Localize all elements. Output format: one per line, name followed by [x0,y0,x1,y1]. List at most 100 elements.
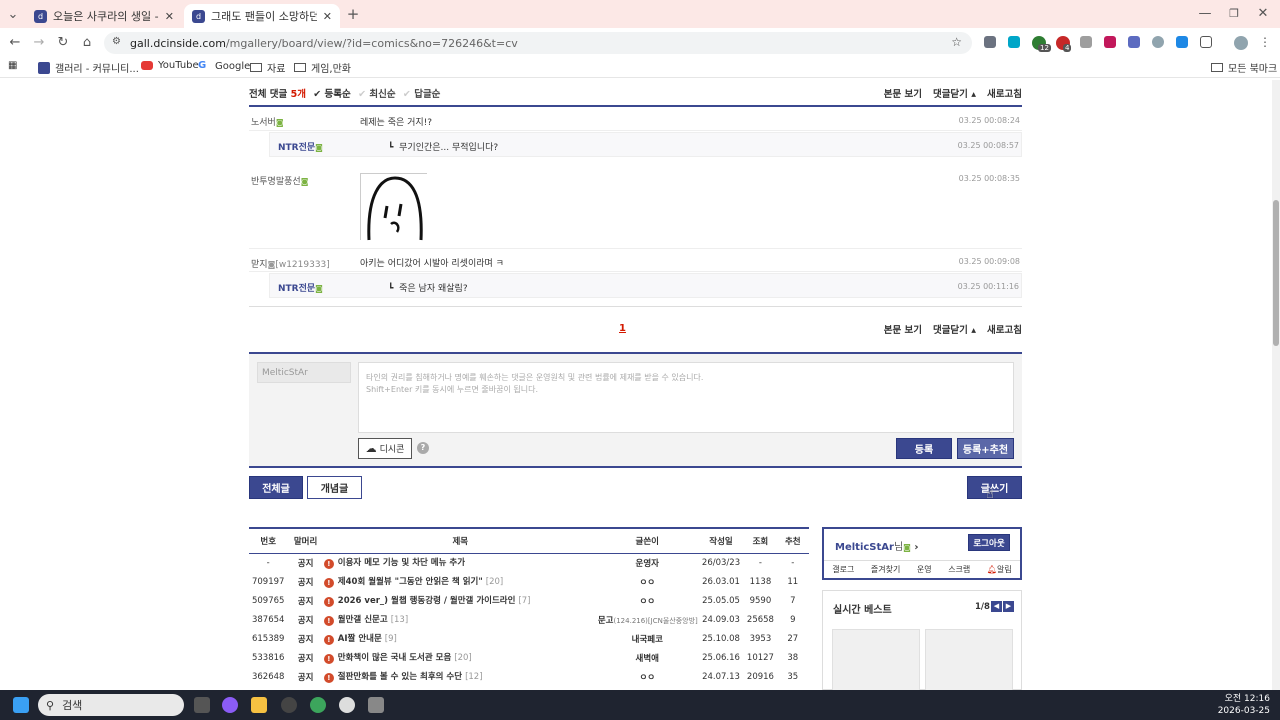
bookmark-gallery[interactable]: 갤러리 - 커뮤니티... [38,60,139,75]
submit-recommend-button[interactable]: 등록+추천 [957,438,1014,459]
post-writer[interactable]: ㅇㅇ [597,572,698,591]
writer-name[interactable]: 운영자 [636,559,659,569]
sort-latest[interactable]: ✔ 최신순 [358,89,396,100]
comment-nick[interactable]: 노서버◙ [251,115,284,128]
back-icon[interactable]: ← [6,33,24,51]
post-writer[interactable]: ㅇㅇ [597,667,698,686]
app-icon[interactable] [281,697,297,713]
table-row[interactable]: 387654 공지! 월만갤 신문고 [13] 문고(124.216)[JCN울산중앙방… [249,610,809,629]
sort-registered[interactable]: ✔ 등록순 [313,89,351,100]
writer-name[interactable]: ㅇㅇ [639,673,655,683]
chrome-icon[interactable] [310,697,326,713]
logout-button[interactable]: 로그아웃 [968,534,1010,551]
help-icon[interactable]: ? [417,442,429,454]
post-writer[interactable]: 새벽애 [597,648,698,667]
app-icon[interactable] [339,697,355,713]
post-writer[interactable]: ㅇㅇ [597,591,698,610]
post-title[interactable]: ! AI짤 안내문 [9] [323,629,597,648]
home-icon[interactable]: ⌂ [78,33,96,51]
writer-name[interactable]: 문고 [598,616,614,626]
bookmark-star-icon[interactable]: ☆ [951,35,962,49]
close-tab-icon[interactable]: ✕ [323,10,332,23]
table-row[interactable]: 509765 공지! 2026 ver_) 월챕 행동강령 / 월만갤 가이드라인[… [249,591,809,610]
tab-2-active[interactable]: d 그래도 팬들이 소망하던거 마지 ✕ [184,4,340,28]
close-comments-link[interactable]: 댓글닫기 ▴ [933,322,976,336]
extensions-puzzle-icon[interactable] [1200,36,1212,48]
writer-name[interactable]: 내국페코 [632,635,663,645]
restore-icon[interactable]: ❐ [1225,4,1243,22]
tab-1[interactable]: d 오늘은 사쿠라의 생일 - 프리피 ✕ [26,4,182,28]
file-explorer-icon[interactable] [251,697,267,713]
bookmark-youtube[interactable]: YouTube [141,60,199,71]
view-post-link[interactable]: 본문 보기 [884,86,922,100]
scrollbar-thumb[interactable] [1273,200,1279,346]
post-writer[interactable]: 내국페코 [597,629,698,648]
extension-icon[interactable] [1128,36,1140,48]
extension-icon[interactable] [1080,36,1092,48]
dccon-button[interactable]: ☁ 디시콘 [358,438,412,459]
submit-button[interactable]: 등록 [896,438,952,459]
table-row[interactable]: 362648 공지! 절판만화를 볼 수 있는 최후의 수단 [12] ㅇㅇ 24.07.… [249,667,809,686]
table-row[interactable]: 533816 공지! 만화책이 많은 국내 도서관 모음 [20] 새벽애 25.06.1… [249,648,809,667]
user-menu-manage[interactable]: 운영 [917,564,932,575]
post-writer[interactable]: 운영자 [597,553,698,572]
post-title-text[interactable]: 만화책이 많은 국내 도서관 모음 [338,653,452,663]
post-title-text[interactable]: AI짤 안내문 [338,634,382,644]
minimize-icon[interactable]: — [1196,4,1214,22]
user-menu-alarm[interactable]: 🔔︎알림 [987,564,1012,575]
sort-reply[interactable]: ✔ 답글순 [403,89,441,100]
reload-icon[interactable]: ↻ [54,33,72,51]
best-thumbnail[interactable] [832,629,920,691]
user-menu-gallog[interactable]: 갤로그 [832,564,854,575]
taskbar-search[interactable]: ⚲ 검색 [38,694,184,716]
user-name[interactable]: MelticStAr님◙ › [835,538,919,553]
post-title[interactable]: ! 이용자 메모 기능 및 차단 메뉴 추가 [323,553,597,572]
post-title-text[interactable]: 제40회 월월뷰 "그동안 안읽은 책 읽기" [338,577,483,587]
close-comments-link[interactable]: 댓글닫기 ▴ [933,86,976,100]
extension-icon[interactable] [1104,36,1116,48]
comment-nick[interactable]: 맏지◙[w1219333] [251,257,330,270]
app-icon[interactable] [368,697,384,713]
post-writer[interactable]: 문고(124.216)[JCN울산중앙방] [597,610,698,629]
profile-avatar[interactable] [1234,36,1248,50]
all-bookmarks[interactable]: 모든 북마크 [1211,60,1277,75]
comment-image-ghost[interactable] [360,173,428,241]
extension-icon[interactable] [984,36,996,48]
bookmark-google[interactable]: G Google [198,60,250,72]
writer-name[interactable]: ㅇㅇ [639,597,655,607]
close-tab-icon[interactable]: ✕ [165,10,174,23]
extension-icon[interactable] [1008,36,1020,48]
post-title[interactable]: ! 월만갤 신문고 [13] [323,610,597,629]
user-menu-scrap[interactable]: 스크랩 [948,564,970,575]
next-arrow-icon[interactable]: ▶ [1003,601,1014,612]
table-row[interactable]: 615389 공지! AI짤 안내문 [9] 내국페코 25.10.08 3953 27 [249,629,809,648]
post-title[interactable]: ! 절판만화를 볼 수 있는 최후의 수단 [12] [323,667,597,686]
post-title-text[interactable]: 2026 ver_) 월챕 행동강령 / 월만갤 가이드라인 [338,596,516,606]
all-posts-button[interactable]: 전체글 [249,476,303,499]
write-post-button[interactable]: 글쓰기 [967,476,1022,499]
comment-nick[interactable]: NTR전문◙ [278,140,323,153]
close-window-icon[interactable]: ✕ [1254,4,1272,22]
prev-arrow-icon[interactable]: ◀ [991,601,1002,612]
bookmark-folder-data[interactable]: 자료 [250,60,285,75]
download-icon[interactable] [1176,36,1188,48]
view-post-link[interactable]: 본문 보기 [884,322,922,336]
post-title-text[interactable]: 월만갤 신문고 [338,615,388,625]
best-thumbnail[interactable] [925,629,1013,691]
user-menu-favorites[interactable]: 즐겨찾기 [871,564,900,575]
task-view-icon[interactable] [194,697,210,713]
bookmark-folder-games[interactable]: 게임,만화 [294,60,351,75]
comment-page-1[interactable]: 1 [619,323,626,334]
table-row[interactable]: - 공지! 이용자 메모 기능 및 차단 메뉴 추가 운영자 26/03/23 - - [249,553,809,572]
apps-grid-icon[interactable]: ▦ [8,60,17,71]
new-tab-icon[interactable]: + [344,5,362,23]
writer-name[interactable]: ㅇㅇ [639,578,655,588]
page-scrollbar[interactable] [1272,80,1280,690]
address-bar[interactable]: ⚙ gall.dcinside.com/mgallery/board/view/… [104,32,972,54]
extension-icon[interactable] [1152,36,1164,48]
nickname-field[interactable]: MelticStAr [257,362,351,383]
post-title-text[interactable]: 이용자 메모 기능 및 차단 메뉴 추가 [338,558,465,568]
clock[interactable]: 오전 12:16 2026-03-25 [1200,693,1270,717]
post-title-text[interactable]: 절판만화를 볼 수 있는 최후의 수단 [338,672,462,682]
post-title[interactable]: ! 제40회 월월뷰 "그동안 안읽은 책 읽기" [20] [323,572,597,591]
